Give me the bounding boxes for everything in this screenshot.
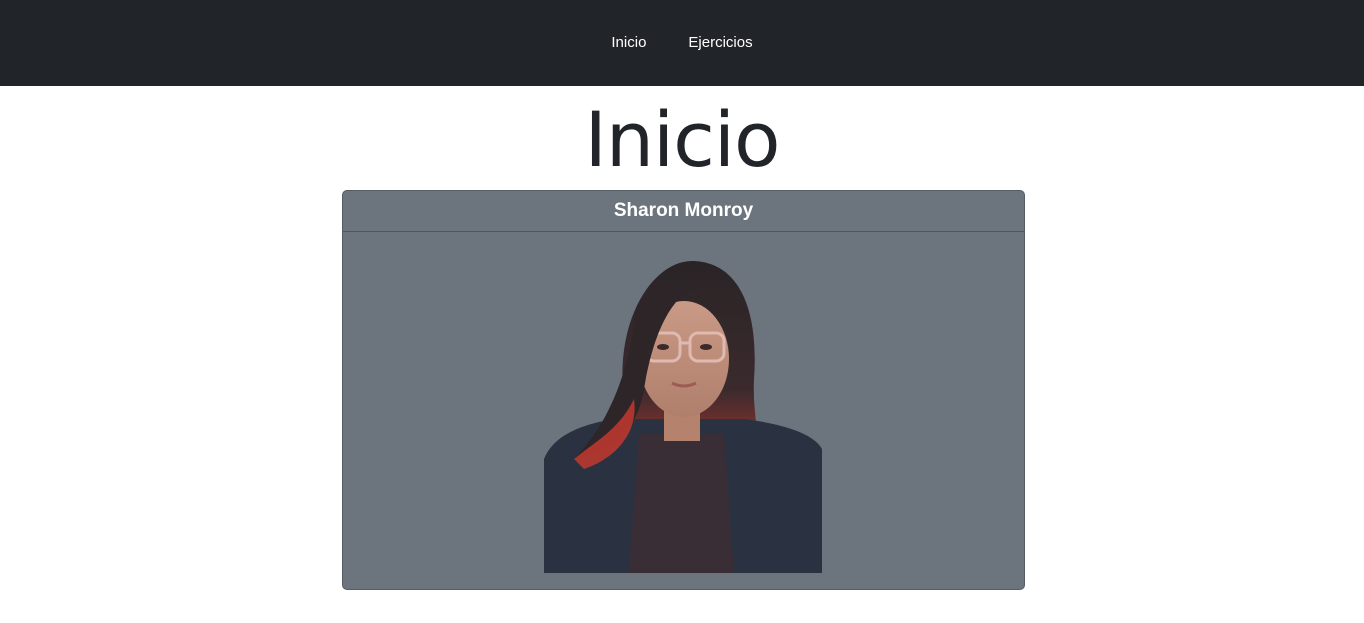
profile-card: Sharon Monroy — [342, 190, 1025, 590]
page-title: Inicio — [584, 95, 780, 184]
card-header: Sharon Monroy — [343, 191, 1024, 232]
portrait-image — [544, 260, 822, 573]
nav-link-ejercicios[interactable]: Ejercicios — [667, 33, 773, 53]
top-navbar: Inicio Ejercicios — [0, 0, 1364, 86]
card-body — [343, 232, 1024, 589]
nav-link-inicio[interactable]: Inicio — [590, 33, 667, 53]
nav-list: Inicio Ejercicios — [590, 33, 773, 53]
